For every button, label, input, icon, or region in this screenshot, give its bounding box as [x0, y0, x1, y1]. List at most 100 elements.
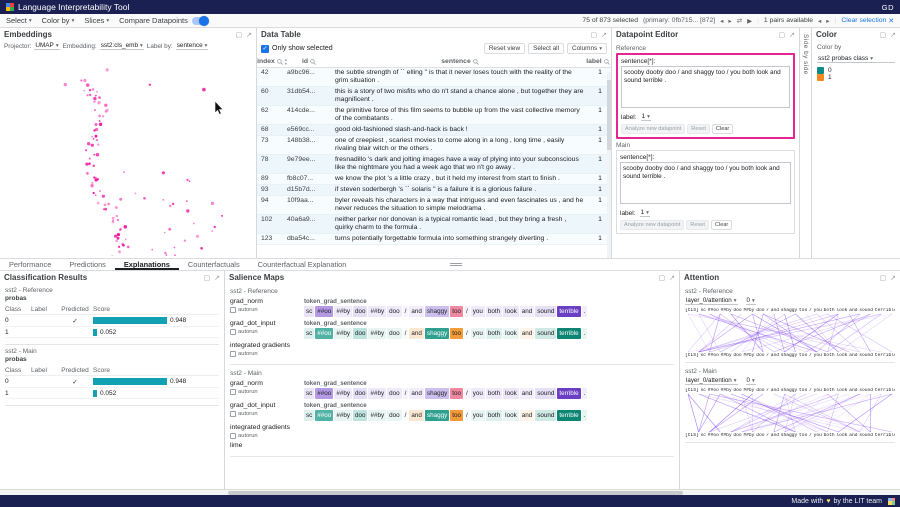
- layer-select[interactable]: layer_0/attention▾: [685, 297, 738, 305]
- autorun-checkbox[interactable]: autorun: [230, 307, 304, 313]
- salience-token[interactable]: sc: [304, 388, 314, 399]
- salience-token[interactable]: ##oo: [315, 328, 333, 339]
- table-row[interactable]: 89 fb8c07... we know the plot 's a littl…: [257, 174, 611, 185]
- salience-token[interactable]: /: [403, 328, 409, 339]
- scrollbar-thumb[interactable]: [228, 491, 683, 495]
- salience-token[interactable]: shaggy: [425, 410, 449, 421]
- side-by-side-strip[interactable]: Side by side: [800, 28, 812, 258]
- salience-token[interactable]: sc: [304, 328, 314, 339]
- tab-performance[interactable]: Performance: [0, 259, 60, 270]
- popout-icon[interactable]: ↗: [246, 31, 252, 39]
- salience-token[interactable]: sound: [535, 388, 556, 399]
- salience-token[interactable]: too: [450, 306, 463, 317]
- salience-token[interactable]: ##oo: [315, 388, 333, 399]
- next-pair-icon[interactable]: ▸: [826, 17, 829, 25]
- salience-token[interactable]: too: [450, 410, 463, 421]
- salience-token[interactable]: you: [471, 306, 485, 317]
- head-select[interactable]: 0▾: [746, 297, 756, 305]
- salience-token[interactable]: doo: [353, 328, 368, 339]
- maximize-icon[interactable]: ▢: [880, 31, 887, 39]
- salience-token[interactable]: ##oo: [315, 410, 333, 421]
- tab-predictions[interactable]: Predictions: [60, 259, 115, 270]
- salience-token[interactable]: /: [464, 328, 470, 339]
- salience-token[interactable]: and: [409, 328, 424, 339]
- autorun-checkbox[interactable]: autorun: [230, 433, 304, 439]
- compare-datapoints-toggle[interactable]: [192, 17, 208, 25]
- salience-token[interactable]: and: [409, 410, 424, 421]
- maximize-icon[interactable]: ▢: [779, 31, 786, 39]
- tab-explanations[interactable]: Explanations: [115, 259, 179, 270]
- sentence-textarea[interactable]: scooby dooby doo / and shaggy too / you …: [621, 66, 790, 108]
- column-header-label[interactable]: label: [586, 58, 602, 65]
- classification-row[interactable]: 0 ✓ 0.948: [5, 376, 219, 388]
- label-by-select[interactable]: sentence▾: [176, 42, 209, 50]
- maximize-icon[interactable]: ▢: [204, 274, 211, 282]
- salience-token[interactable]: sound: [535, 306, 556, 317]
- salience-token[interactable]: ##by: [368, 328, 386, 339]
- popout-icon[interactable]: ↗: [890, 31, 896, 39]
- reset-button[interactable]: Reset: [687, 124, 710, 134]
- table-row[interactable]: 78 9e79ee... fresnadillo 's dark and jol…: [257, 155, 611, 174]
- salience-token[interactable]: and: [520, 306, 535, 317]
- next-datapoint-icon[interactable]: ▸: [728, 17, 731, 25]
- salience-token[interactable]: .: [582, 388, 588, 399]
- prev-pair-icon[interactable]: ◂: [818, 17, 821, 25]
- popout-icon[interactable]: ↗: [214, 274, 220, 282]
- maximize-icon[interactable]: ▢: [659, 274, 666, 282]
- salience-token[interactable]: shaggy: [425, 388, 449, 399]
- analyze-new-datapoint-button[interactable]: Analyze new datapoint: [620, 220, 684, 230]
- salience-token[interactable]: ##by: [334, 410, 352, 421]
- table-row[interactable]: 93 d15b7d... if steven soderbergh 's `` …: [257, 185, 611, 196]
- search-icon[interactable]: [277, 59, 283, 65]
- color-by-select[interactable]: sst2 probas class▾: [817, 55, 895, 63]
- salience-token[interactable]: both: [486, 410, 502, 421]
- salience-token[interactable]: terrible: [557, 388, 580, 399]
- salience-token[interactable]: doo: [353, 410, 368, 421]
- salience-token[interactable]: doo: [387, 306, 402, 317]
- random-datapoint-icon[interactable]: ⇄: [737, 17, 742, 25]
- salience-token[interactable]: doo: [387, 328, 402, 339]
- salience-token[interactable]: too: [450, 328, 463, 339]
- salience-token[interactable]: both: [486, 328, 502, 339]
- salience-token[interactable]: look: [503, 306, 519, 317]
- table-row[interactable]: 62 414cde... the primitive force of this…: [257, 106, 611, 125]
- salience-token[interactable]: .: [582, 328, 588, 339]
- select-all-button[interactable]: Select all: [528, 43, 564, 54]
- salience-token[interactable]: terrible: [557, 410, 580, 421]
- color-by-menu[interactable]: Color by▾: [42, 16, 75, 25]
- salience-token[interactable]: shaggy: [425, 306, 449, 317]
- salience-token[interactable]: ##by: [334, 328, 352, 339]
- salience-token[interactable]: sc: [304, 306, 314, 317]
- autorun-checkbox[interactable]: autorun: [230, 351, 304, 357]
- maximize-icon[interactable]: ▢: [591, 31, 598, 39]
- popout-icon[interactable]: ↗: [789, 31, 795, 39]
- tab-counterfactual-explanation[interactable]: Counterfactual Explanation: [249, 259, 356, 270]
- table-row[interactable]: 60 31db54... this is a story of two misf…: [257, 87, 611, 106]
- salience-token[interactable]: ##by: [334, 388, 352, 399]
- table-row[interactable]: 42 a9bc96... the subtle strength of `` e…: [257, 68, 611, 87]
- salience-token[interactable]: /: [464, 388, 470, 399]
- salience-token[interactable]: and: [520, 410, 535, 421]
- clear-selection-button[interactable]: Clear selection✕: [841, 17, 894, 25]
- salience-token[interactable]: look: [503, 410, 519, 421]
- embedding-scatter[interactable]: [0, 51, 256, 256]
- salience-token[interactable]: /: [403, 410, 409, 421]
- maximize-icon[interactable]: ▢: [236, 31, 243, 39]
- autorun-checkbox[interactable]: autorun: [230, 411, 304, 417]
- salience-token[interactable]: and: [409, 388, 424, 399]
- popout-icon[interactable]: ↗: [669, 274, 675, 282]
- salience-token[interactable]: you: [471, 388, 485, 399]
- table-row[interactable]: 68 e569cc... good old-fashioned slash-an…: [257, 125, 611, 136]
- slices-menu[interactable]: Slices▾: [84, 16, 109, 25]
- salience-token[interactable]: look: [503, 328, 519, 339]
- salience-token[interactable]: both: [486, 306, 502, 317]
- salience-token[interactable]: doo: [387, 388, 402, 399]
- salience-token[interactable]: terrible: [557, 328, 580, 339]
- label-select[interactable]: 1▾: [640, 209, 650, 217]
- autorun-checkbox[interactable]: autorun: [230, 329, 304, 335]
- salience-token[interactable]: ##by: [368, 306, 386, 317]
- column-header-id[interactable]: id: [302, 58, 308, 65]
- only-show-selected-checkbox[interactable]: ✓ Only show selected: [261, 45, 333, 53]
- column-header-index[interactable]: index: [257, 58, 275, 65]
- prev-datapoint-icon[interactable]: ◂: [720, 17, 723, 25]
